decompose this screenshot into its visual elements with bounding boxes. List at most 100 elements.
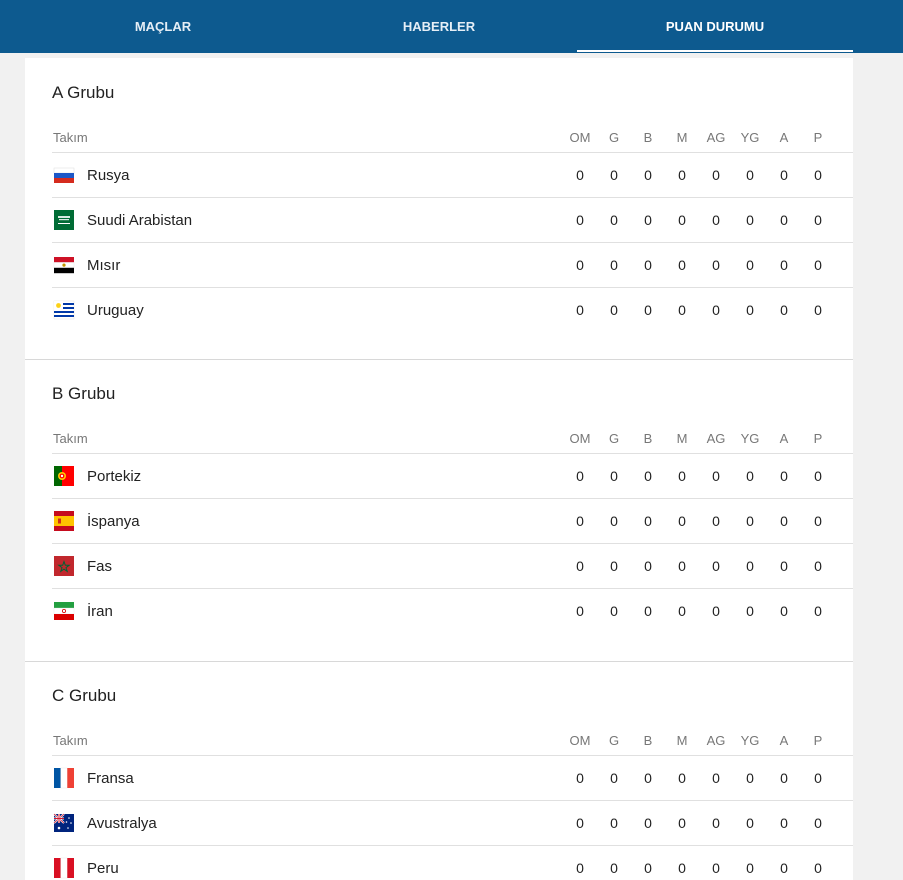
stat-g: 0 bbox=[610, 558, 618, 574]
stat-p: 0 bbox=[814, 558, 822, 574]
morocco-flag-icon bbox=[53, 555, 75, 577]
stat-p: 0 bbox=[814, 603, 822, 619]
table-row[interactable]: Fransa 0 0 0 0 0 0 0 0 bbox=[25, 756, 853, 800]
stat-ag: 0 bbox=[712, 212, 720, 228]
table-row[interactable]: Fas 0 0 0 0 0 0 0 0 bbox=[25, 544, 853, 588]
stat-b: 0 bbox=[644, 513, 652, 529]
team-name: Fas bbox=[87, 558, 113, 575]
stat-om: 0 bbox=[576, 770, 584, 786]
stat-yg: 0 bbox=[746, 815, 754, 831]
tab-puan-durumu[interactable]: PUAN DURUMU bbox=[577, 0, 853, 53]
stat-ag: 0 bbox=[712, 302, 720, 318]
stat-ag: 0 bbox=[712, 468, 720, 484]
stat-a: 0 bbox=[780, 212, 788, 228]
stat-b: 0 bbox=[644, 167, 652, 183]
stat-b: 0 bbox=[644, 302, 652, 318]
australia-flag-icon bbox=[53, 812, 75, 834]
column-header-p: P bbox=[813, 431, 823, 446]
stat-m: 0 bbox=[678, 167, 686, 183]
table-row[interactable]: Rusya 0 0 0 0 0 0 0 0 bbox=[25, 153, 853, 197]
stat-om: 0 bbox=[576, 513, 584, 529]
stat-p: 0 bbox=[814, 212, 822, 228]
stat-m: 0 bbox=[678, 770, 686, 786]
table-row[interactable]: Peru 0 0 0 0 0 0 0 0 bbox=[25, 846, 853, 880]
column-header-b: B bbox=[643, 733, 653, 748]
column-header-m: M bbox=[676, 130, 688, 145]
stat-b: 0 bbox=[644, 860, 652, 876]
column-header-yg: YG bbox=[740, 130, 760, 145]
column-header-ag: AG bbox=[706, 130, 726, 145]
stat-b: 0 bbox=[644, 558, 652, 574]
stat-yg: 0 bbox=[746, 167, 754, 183]
stat-a: 0 bbox=[780, 770, 788, 786]
table-row[interactable]: Avustralya 0 0 0 0 0 0 0 0 bbox=[25, 801, 853, 845]
stat-m: 0 bbox=[678, 468, 686, 484]
stat-ag: 0 bbox=[712, 167, 720, 183]
stat-m: 0 bbox=[678, 513, 686, 529]
stat-b: 0 bbox=[644, 212, 652, 228]
stat-g: 0 bbox=[610, 860, 618, 876]
stat-om: 0 bbox=[576, 860, 584, 876]
team-name: Uruguay bbox=[87, 302, 144, 319]
column-header-team: Takım bbox=[53, 733, 88, 748]
column-header-team: Takım bbox=[53, 130, 88, 145]
team-name: Suudi Arabistan bbox=[87, 212, 193, 229]
stat-yg: 0 bbox=[746, 257, 754, 273]
stat-p: 0 bbox=[814, 860, 822, 876]
stat-a: 0 bbox=[780, 468, 788, 484]
column-header-g: G bbox=[608, 431, 620, 446]
table-row[interactable]: Mısır 0 0 0 0 0 0 0 0 bbox=[25, 243, 853, 287]
saudi-arabia-flag-icon bbox=[53, 209, 75, 231]
column-header-b: B bbox=[643, 130, 653, 145]
column-header-g: G bbox=[608, 733, 620, 748]
stat-om: 0 bbox=[576, 302, 584, 318]
top-navigation: MAÇLAR HABERLER PUAN DURUMU bbox=[0, 0, 903, 53]
stat-g: 0 bbox=[610, 770, 618, 786]
tab-haberler-label: HABERLER bbox=[402, 19, 476, 34]
peru-flag-icon bbox=[53, 857, 75, 879]
group-title: B Grubu bbox=[52, 384, 116, 403]
stat-a: 0 bbox=[780, 603, 788, 619]
column-header-p: P bbox=[813, 733, 823, 748]
column-header-om: OM bbox=[569, 130, 591, 145]
stat-m: 0 bbox=[678, 212, 686, 228]
column-header-ag: AG bbox=[706, 733, 726, 748]
stat-b: 0 bbox=[644, 603, 652, 619]
stat-a: 0 bbox=[780, 257, 788, 273]
stat-a: 0 bbox=[780, 302, 788, 318]
table-row[interactable]: Uruguay 0 0 0 0 0 0 0 0 bbox=[25, 288, 853, 332]
stat-yg: 0 bbox=[746, 860, 754, 876]
stat-p: 0 bbox=[814, 257, 822, 273]
stat-a: 0 bbox=[780, 513, 788, 529]
stat-yg: 0 bbox=[746, 302, 754, 318]
stat-yg: 0 bbox=[746, 212, 754, 228]
stat-yg: 0 bbox=[746, 468, 754, 484]
group-separator bbox=[25, 359, 853, 360]
table-row[interactable]: Portekiz 0 0 0 0 0 0 0 0 bbox=[25, 454, 853, 498]
uruguay-flag-icon bbox=[53, 299, 75, 321]
stat-g: 0 bbox=[610, 257, 618, 273]
group-title: C Grubu bbox=[52, 686, 117, 705]
tab-maclar[interactable]: MAÇLAR bbox=[25, 0, 301, 53]
stat-m: 0 bbox=[678, 860, 686, 876]
column-header-om: OM bbox=[569, 733, 591, 748]
stat-a: 0 bbox=[780, 558, 788, 574]
stat-g: 0 bbox=[610, 603, 618, 619]
team-name: Mısır bbox=[87, 257, 121, 274]
stat-m: 0 bbox=[678, 558, 686, 574]
stat-om: 0 bbox=[576, 468, 584, 484]
column-header-ag: AG bbox=[706, 431, 726, 446]
table-row[interactable]: İspanya 0 0 0 0 0 0 0 0 bbox=[25, 499, 853, 543]
stat-a: 0 bbox=[780, 167, 788, 183]
table-row[interactable]: İran 0 0 0 0 0 0 0 0 bbox=[25, 589, 853, 633]
stat-b: 0 bbox=[644, 815, 652, 831]
russia-flag-icon bbox=[53, 164, 75, 186]
stat-p: 0 bbox=[814, 468, 822, 484]
stat-om: 0 bbox=[576, 257, 584, 273]
active-tab-indicator bbox=[577, 50, 853, 52]
table-row[interactable]: Suudi Arabistan 0 0 0 0 0 0 0 0 bbox=[25, 198, 853, 242]
tab-haberler[interactable]: HABERLER bbox=[301, 0, 577, 53]
stat-b: 0 bbox=[644, 770, 652, 786]
group-separator bbox=[25, 661, 853, 662]
stat-a: 0 bbox=[780, 815, 788, 831]
